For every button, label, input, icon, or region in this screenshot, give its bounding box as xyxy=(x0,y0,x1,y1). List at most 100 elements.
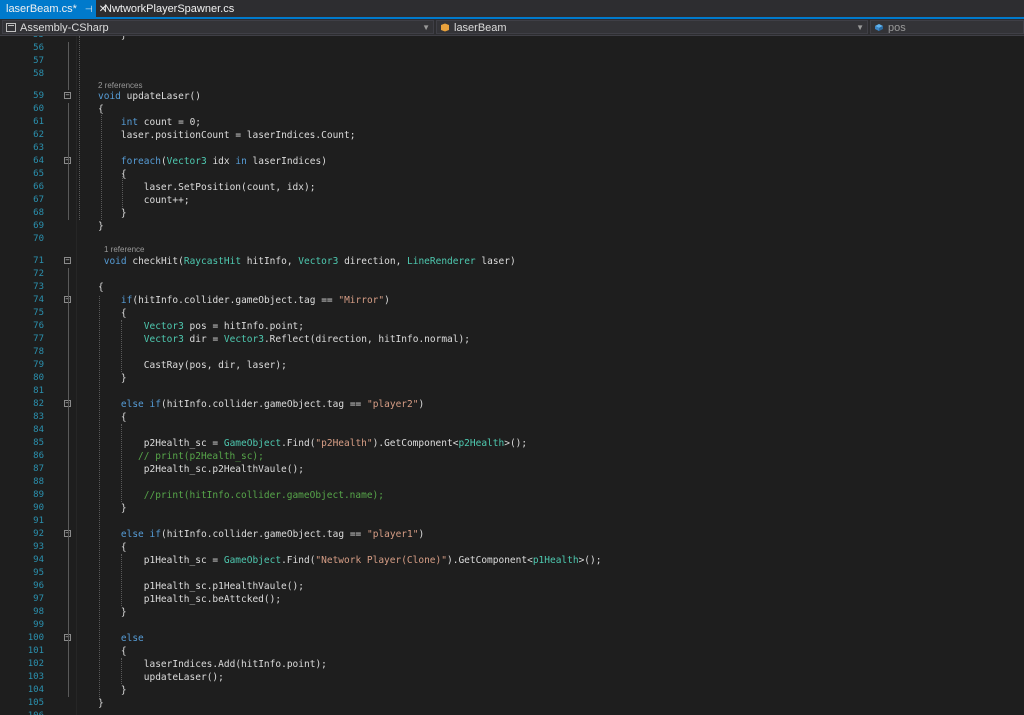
code-line[interactable]: 95 xyxy=(0,567,1024,580)
code-text: { xyxy=(98,646,127,657)
collapse-icon[interactable]: − xyxy=(64,92,71,99)
code-line[interactable]: 87 p2Health_sc.p2HealthVaule(); xyxy=(0,463,1024,476)
code-line[interactable]: 98 } xyxy=(0,606,1024,619)
line-number: 86 xyxy=(33,451,44,461)
line-number: 69 xyxy=(33,221,44,231)
code-line[interactable]: 100− else xyxy=(0,632,1024,645)
code-text: { xyxy=(98,542,127,553)
code-line[interactable]: 97 p1Health_sc.beAttcked(); xyxy=(0,593,1024,606)
line-number: 84 xyxy=(33,425,44,435)
code-line[interactable]: 79 CastRay(pos, dir, laser); xyxy=(0,359,1024,372)
code-line[interactable]: 71 − void checkHit(RaycastHit hitInfo, Ve… xyxy=(0,255,1024,268)
code-line[interactable]: 96 p1Health_sc.p1HealthVaule(); xyxy=(0,580,1024,593)
code-editor[interactable]: 2 references 1 reference 55 }56575859−vo… xyxy=(0,36,1024,715)
code-line[interactable]: 89 //print(hitInfo.collider.gameObject.n… xyxy=(0,489,1024,502)
line-number: 76 xyxy=(33,321,44,331)
line-number: 83 xyxy=(33,412,44,422)
class-dropdown[interactable]: laserBeam ▼ xyxy=(436,20,868,34)
line-number: 58 xyxy=(33,69,44,79)
code-line[interactable]: 68 } xyxy=(0,207,1024,220)
navigation-bar: Assembly-CSharp ▼ laserBeam ▼ pos xyxy=(0,19,1024,36)
field-icon xyxy=(875,24,883,31)
code-line[interactable]: 73 { xyxy=(0,281,1024,294)
line-number: 96 xyxy=(33,581,44,591)
code-line[interactable]: 91 xyxy=(0,515,1024,528)
code-line[interactable]: 99 xyxy=(0,619,1024,632)
line-number: 82 xyxy=(33,399,44,409)
code-line[interactable]: 103 updateLaser(); xyxy=(0,671,1024,684)
code-line[interactable]: 78 xyxy=(0,346,1024,359)
line-number: 91 xyxy=(33,516,44,526)
outline-fold-line xyxy=(68,307,69,372)
code-line[interactable]: 59 − void updateLaser() xyxy=(0,90,1024,103)
line-number: 63 xyxy=(33,143,44,153)
code-text: p2Health_sc = GameObject.Find("p2Health"… xyxy=(143,438,528,449)
code-line[interactable]: 88 xyxy=(0,476,1024,489)
code-line[interactable]: 67 count++; xyxy=(0,194,1024,207)
code-line[interactable]: 105} xyxy=(0,697,1024,710)
code-text: { xyxy=(98,308,127,319)
tab-laserbeam[interactable]: laserBeam.cs* ⊣ ✕ xyxy=(0,0,107,18)
code-line[interactable]: 57 xyxy=(0,55,1024,68)
code-text: } xyxy=(98,698,104,709)
code-line[interactable]: 90 } xyxy=(0,502,1024,515)
line-number: 56 xyxy=(33,43,44,53)
code-text: int count = 0; xyxy=(120,117,202,128)
line-number: 71 xyxy=(33,256,44,266)
code-text: { xyxy=(98,282,104,293)
code-line[interactable]: 56 xyxy=(0,42,1024,55)
code-line[interactable]: 72 xyxy=(0,268,1024,281)
indent-guide xyxy=(121,320,122,372)
code-line[interactable]: 70 xyxy=(0,233,1024,246)
code-line[interactable]: 85 p2Health_sc = GameObject.Find("p2Heal… xyxy=(0,437,1024,450)
indent-guide xyxy=(122,176,123,207)
code-line[interactable]: 62 laser.positionCount = laserIndices.Co… xyxy=(0,129,1024,142)
tab-networkplayerspawner[interactable]: NwtworkPlayerSpawner.cs xyxy=(98,0,234,18)
code-line[interactable]: 104 } xyxy=(0,684,1024,697)
line-number: 70 xyxy=(33,234,44,244)
member-name: pos xyxy=(888,22,906,34)
code-line[interactable]: 84 xyxy=(0,424,1024,437)
code-line[interactable]: 86 // print(p2Health_sc); xyxy=(0,450,1024,463)
code-line[interactable]: 80 } xyxy=(0,372,1024,385)
project-dropdown[interactable]: Assembly-CSharp ▼ xyxy=(2,20,434,34)
indent-guide xyxy=(101,113,102,220)
code-line[interactable]: 64− foreach(Vector3 idx in laserIndices) xyxy=(0,155,1024,168)
line-number: 102 xyxy=(27,659,44,669)
line-number: 95 xyxy=(33,568,44,578)
code-line[interactable]: 92− else if(hitInfo.collider.gameObject.… xyxy=(0,528,1024,541)
code-line[interactable]: 93 { xyxy=(0,541,1024,554)
code-line[interactable]: 76 Vector3 pos = hitInfo.point; xyxy=(0,320,1024,333)
line-number: 98 xyxy=(33,607,44,617)
code-line[interactable]: 81 xyxy=(0,385,1024,398)
code-text: updateLaser(); xyxy=(143,672,224,683)
code-text: else xyxy=(120,633,144,644)
code-line[interactable]: 94 p1Health_sc = GameObject.Find("Networ… xyxy=(0,554,1024,567)
line-number: 59 xyxy=(33,91,44,101)
line-number: 89 xyxy=(33,490,44,500)
code-line[interactable]: 101 { xyxy=(0,645,1024,658)
code-text: } xyxy=(98,685,127,696)
code-line[interactable]: 63 xyxy=(0,142,1024,155)
line-number: 92 xyxy=(33,529,44,539)
line-number: 100 xyxy=(27,633,44,643)
member-dropdown[interactable]: pos xyxy=(870,20,1024,34)
code-line[interactable]: 106 xyxy=(0,710,1024,715)
code-line[interactable]: 69} xyxy=(0,220,1024,233)
code-text: } xyxy=(98,208,127,219)
code-line[interactable]: 60{ xyxy=(0,103,1024,116)
code-line[interactable]: 102 laserIndices.Add(hitInfo.point); xyxy=(0,658,1024,671)
code-line[interactable]: 82− else if(hitInfo.collider.gameObject.… xyxy=(0,398,1024,411)
code-line[interactable]: 75 { xyxy=(0,307,1024,320)
code-line[interactable]: 83 { xyxy=(0,411,1024,424)
code-line[interactable]: 74− if(hitInfo.collider.gameObject.tag =… xyxy=(0,294,1024,307)
line-number: 87 xyxy=(33,464,44,474)
code-line[interactable]: 65 { xyxy=(0,168,1024,181)
code-line[interactable]: 66 laser.SetPosition(count, idx); xyxy=(0,181,1024,194)
outline-fold-line xyxy=(68,411,69,502)
pin-icon[interactable]: ⊣ xyxy=(85,0,93,18)
code-line[interactable]: 58 xyxy=(0,68,1024,81)
collapse-icon[interactable]: − xyxy=(64,257,71,264)
code-line[interactable]: 61 int count = 0; xyxy=(0,116,1024,129)
code-line[interactable]: 77 Vector3 dir = Vector3.Reflect(directi… xyxy=(0,333,1024,346)
